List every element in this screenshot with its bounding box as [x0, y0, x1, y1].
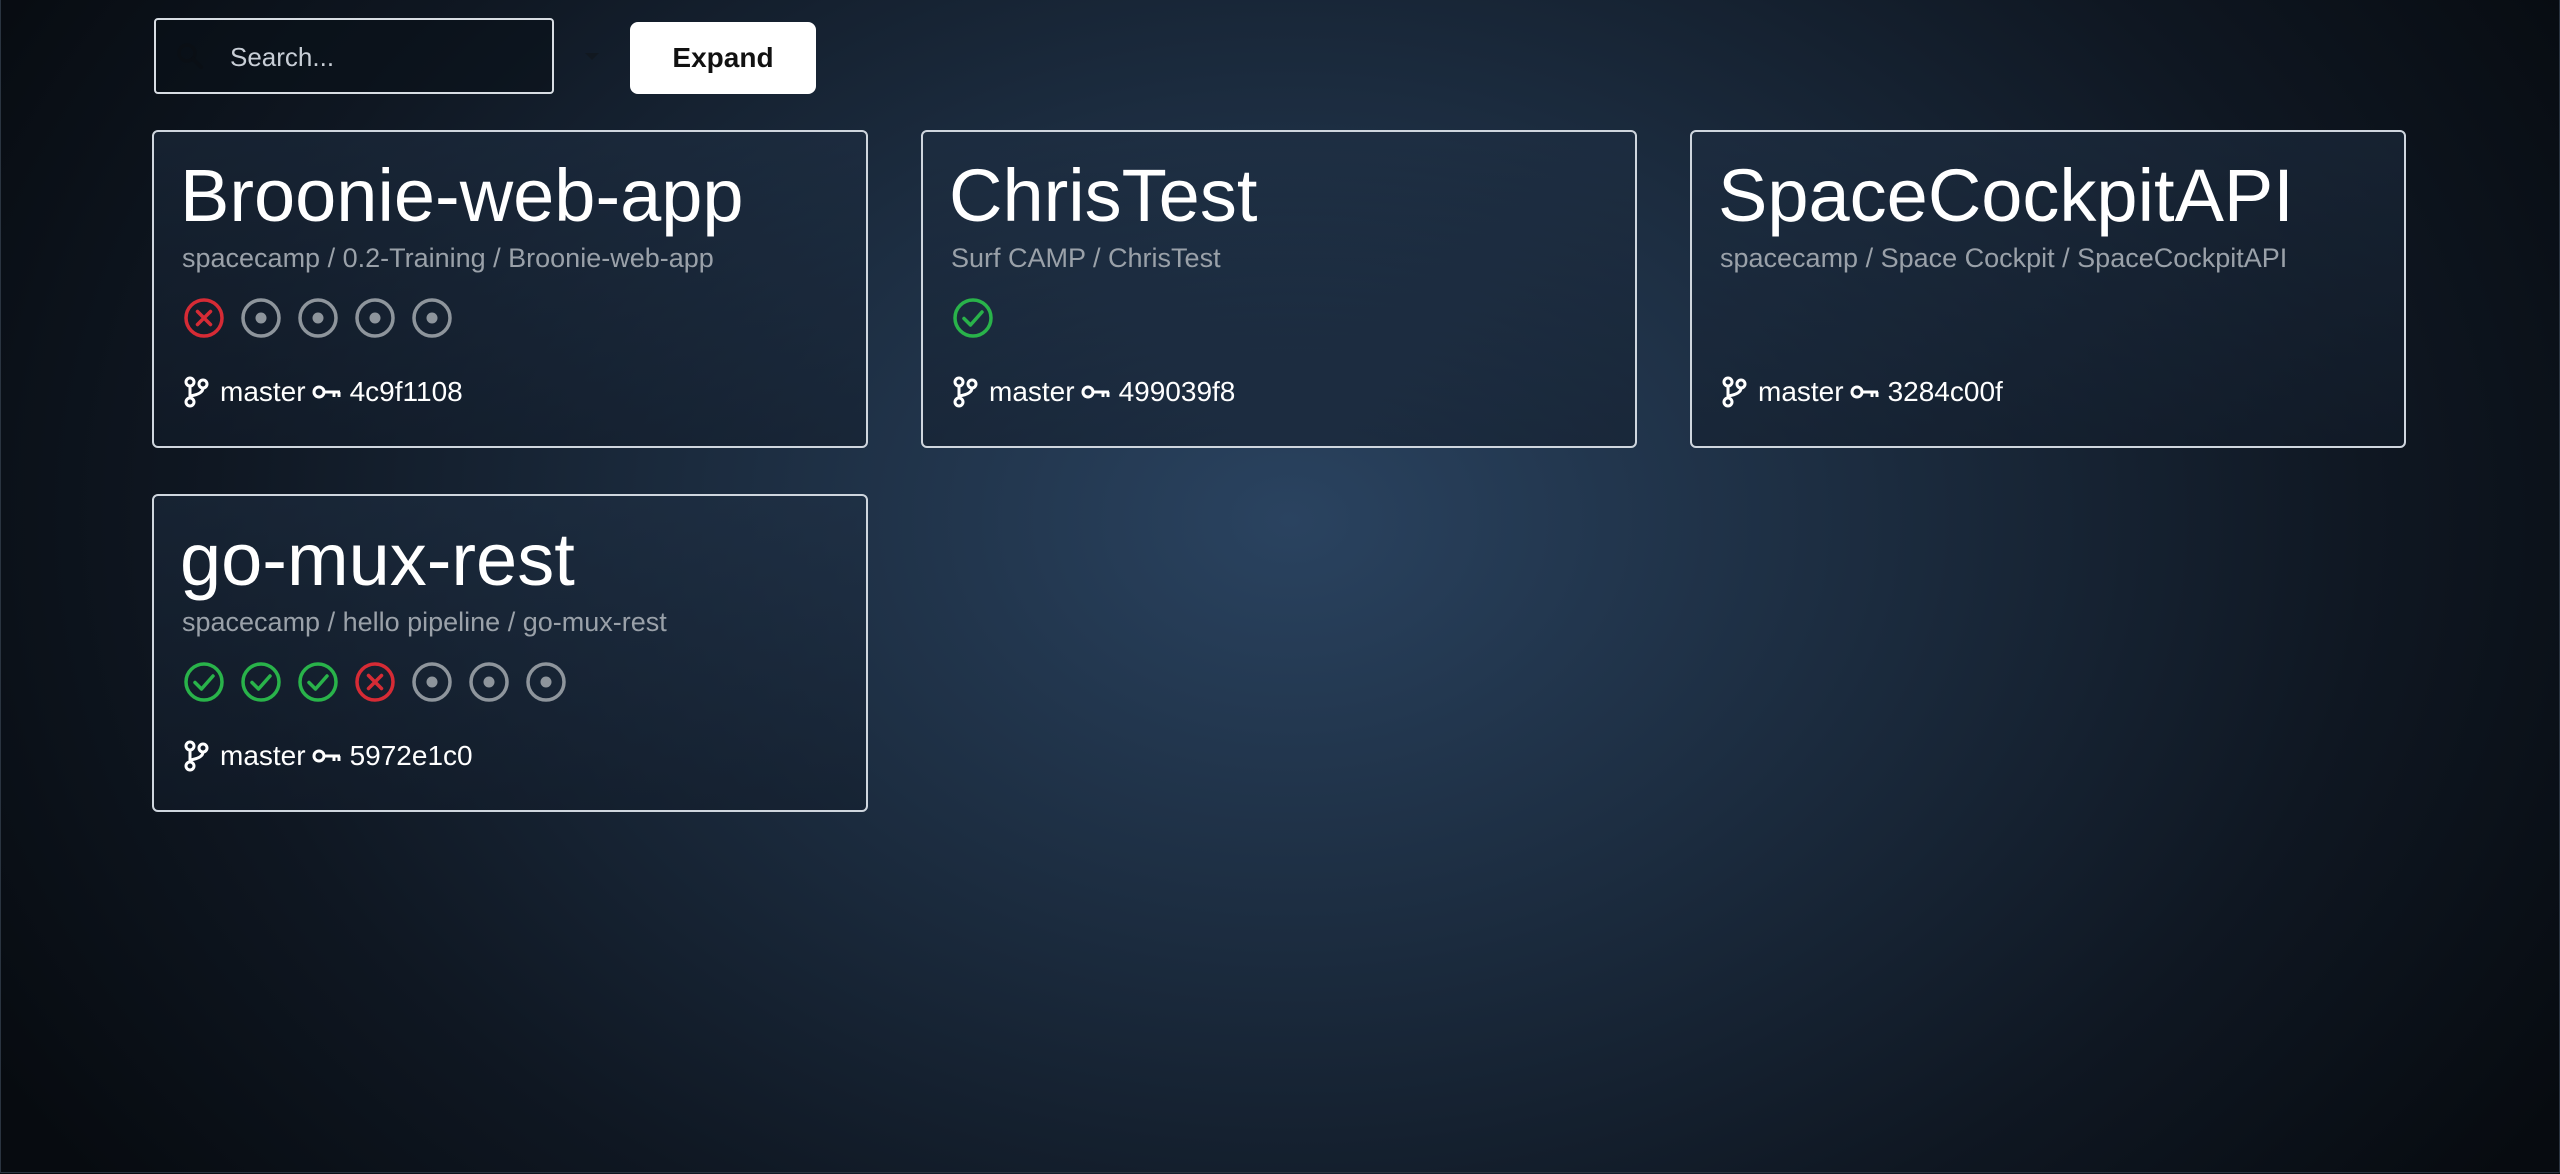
branch-name: master [1758, 376, 1844, 407]
card-title[interactable]: SpaceCockpitAPI [1718, 154, 2294, 238]
stage-pending-icon[interactable] [524, 660, 568, 704]
card-title[interactable]: go-mux-rest [180, 518, 575, 602]
branch-name: master [220, 376, 306, 407]
commit-hash: 3284c00f [1887, 376, 2003, 407]
expand-button[interactable]: Expand [630, 22, 816, 94]
commit-key-icon [1850, 385, 1879, 399]
stage-row [182, 296, 454, 340]
pipeline-card[interactable]: ChrisTest Surf CAMP / ChrisTest master 4… [921, 130, 1637, 448]
search-icon [177, 43, 203, 69]
search-box[interactable] [154, 18, 554, 94]
stage-success-icon[interactable] [239, 660, 283, 704]
commit-key-icon [312, 385, 341, 399]
commit-key-icon [312, 749, 341, 763]
stage-pending-icon[interactable] [353, 296, 397, 340]
card-title[interactable]: ChrisTest [949, 154, 1257, 238]
toolbar: Expand [154, 18, 816, 94]
card-title[interactable]: Broonie-web-app [180, 154, 744, 238]
branch-icon [184, 740, 209, 772]
commit-key-icon [1081, 385, 1110, 399]
branch-icon [184, 376, 209, 408]
pipeline-card[interactable]: Broonie-web-app spacecamp / 0.2-Training… [152, 130, 868, 448]
stage-success-icon[interactable] [182, 660, 226, 704]
dropdown-toggle[interactable] [554, 18, 630, 94]
stage-pending-icon[interactable] [410, 660, 454, 704]
commit-hash: 5972e1c0 [349, 740, 473, 771]
card-footer: master 3284c00f [1720, 372, 2003, 412]
stage-success-icon[interactable] [296, 660, 340, 704]
pipeline-card[interactable]: go-mux-rest spacecamp / hello pipeline /… [152, 494, 868, 812]
stage-row [182, 660, 568, 704]
branch-name: master [220, 740, 306, 771]
card-path: spacecamp / 0.2-Training / Broonie-web-a… [182, 243, 714, 273]
stage-row [951, 296, 995, 340]
stage-pending-icon[interactable] [239, 296, 283, 340]
stage-pending-icon[interactable] [296, 296, 340, 340]
card-footer: master 499039f8 [951, 372, 1235, 412]
card-path: spacecamp / Space Cockpit / SpaceCockpit… [1720, 243, 2288, 273]
stage-failure-icon[interactable] [182, 296, 226, 340]
stage-pending-icon[interactable] [467, 660, 511, 704]
commit-hash: 4c9f1108 [349, 376, 463, 407]
stage-failure-icon[interactable] [353, 660, 397, 704]
card-path: spacecamp / hello pipeline / go-mux-rest [182, 607, 667, 637]
chevron-down-icon [585, 53, 599, 60]
card-footer: master 4c9f1108 [182, 372, 463, 412]
stage-success-icon[interactable] [951, 296, 995, 340]
search-input[interactable] [228, 20, 532, 94]
pipeline-card[interactable]: SpaceCockpitAPI spacecamp / Space Cockpi… [1690, 130, 2406, 448]
branch-name: master [989, 376, 1075, 407]
branch-icon [953, 376, 978, 408]
card-footer: master 5972e1c0 [182, 736, 473, 776]
stage-pending-icon[interactable] [410, 296, 454, 340]
branch-icon [1722, 376, 1747, 408]
commit-hash: 499039f8 [1118, 376, 1236, 407]
card-path: Surf CAMP / ChrisTest [951, 243, 1221, 273]
